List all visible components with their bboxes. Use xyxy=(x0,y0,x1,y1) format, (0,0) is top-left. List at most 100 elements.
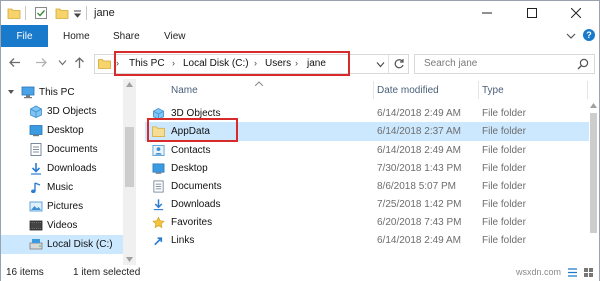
downloads-icon xyxy=(153,199,164,211)
large-icons-view-icon[interactable] xyxy=(583,267,594,278)
file-type: File folder xyxy=(482,108,526,119)
column-header-type[interactable]: Type xyxy=(482,81,504,99)
ribbon-tabs: File Home Share View ? xyxy=(1,25,599,48)
help-icon[interactable]: ? xyxy=(583,29,595,41)
nav-item-pictures[interactable]: Pictures xyxy=(1,197,123,216)
highlight-box xyxy=(114,51,350,76)
folder-icon xyxy=(98,59,111,69)
file-date: 8/6/2018 5:07 PM xyxy=(377,181,456,192)
file-type: File folder xyxy=(482,181,526,192)
navigation-pane: This PC 3D Objects Desktop Documents Dow… xyxy=(1,79,123,265)
desktop-icon xyxy=(152,163,165,174)
file-type: File folder xyxy=(482,235,526,246)
file-list-scrollbar[interactable] xyxy=(589,101,599,263)
refresh-icon[interactable] xyxy=(393,58,405,70)
file-date: 7/25/2018 1:42 PM xyxy=(377,199,462,210)
watermark: wsxdn.com xyxy=(516,267,562,277)
navigation-scrollbar[interactable] xyxy=(123,79,136,265)
file-date: 6/14/2018 2:49 AM xyxy=(377,235,461,246)
nav-item-this-pc[interactable]: This PC xyxy=(1,83,123,102)
forward-arrow-icon[interactable] xyxy=(35,57,48,68)
new-folder-icon[interactable] xyxy=(55,6,69,20)
column-header-name[interactable]: Name xyxy=(171,81,198,99)
expand-ribbon-icon[interactable] xyxy=(566,32,576,40)
links-icon xyxy=(154,237,163,246)
column-divider[interactable] xyxy=(587,81,588,99)
column-header-date[interactable]: Date modified xyxy=(377,81,439,99)
back-arrow-icon[interactable] xyxy=(8,57,21,68)
scrollbar-thumb[interactable] xyxy=(125,127,134,187)
customize-toolbar-icon[interactable] xyxy=(73,6,82,20)
documents-icon xyxy=(153,180,164,193)
tab-view[interactable]: View xyxy=(164,25,186,47)
nav-item-label: Desktop xyxy=(47,125,84,136)
search-placeholder: Search jane xyxy=(424,58,478,69)
up-arrow-icon[interactable] xyxy=(73,56,86,69)
file-type: File folder xyxy=(482,145,526,156)
window-title: jane xyxy=(94,7,115,19)
nav-item-documents[interactable]: Documents xyxy=(1,140,123,159)
title-bar: jane xyxy=(1,1,599,25)
item-count: 16 items xyxy=(6,267,44,278)
videos-icon xyxy=(29,220,43,231)
file-type: File folder xyxy=(482,217,526,228)
file-row[interactable]: Favorites 6/20/2018 7:43 PM File folder xyxy=(145,213,589,232)
title-separator xyxy=(86,6,87,20)
file-date: 6/20/2018 7:43 PM xyxy=(377,217,462,228)
column-divider[interactable] xyxy=(373,81,374,99)
scroll-up-icon[interactable] xyxy=(590,103,597,108)
file-row[interactable]: Contacts 6/14/2018 2:49 AM File folder xyxy=(145,141,589,160)
nav-item-desktop[interactable]: Desktop xyxy=(1,121,123,140)
file-row[interactable]: Downloads 7/25/2018 1:42 PM File folder xyxy=(145,195,589,214)
file-row[interactable]: Desktop 7/30/2018 1:43 PM File folder xyxy=(145,159,589,178)
pc-icon xyxy=(21,86,35,99)
nav-item-downloads[interactable]: Downloads xyxy=(1,159,123,178)
explorer-window: jane File Home Share View ? › This PC › … xyxy=(0,0,600,281)
tab-home[interactable]: Home xyxy=(63,25,90,47)
nav-item-videos[interactable]: Videos xyxy=(1,216,123,235)
nav-item-local-disk[interactable]: Local Disk (C:) xyxy=(1,235,123,254)
tab-share[interactable]: Share xyxy=(113,25,140,47)
desktop-icon xyxy=(29,125,43,137)
nav-item-label: Local Disk (C:) xyxy=(47,239,113,250)
nav-item-label: This PC xyxy=(39,87,75,98)
scrollbar-thumb[interactable] xyxy=(590,113,597,233)
address-divider xyxy=(388,55,389,73)
folder-icon xyxy=(7,8,21,19)
search-icon[interactable] xyxy=(577,58,589,70)
address-dropdown-icon[interactable] xyxy=(376,61,385,68)
navigation-bar: › This PC › Local Disk (C:) › Users › ja… xyxy=(1,47,599,77)
status-bar: 16 items 1 item selected xyxy=(1,265,599,281)
file-date: 6/14/2018 2:49 AM xyxy=(377,108,461,119)
details-view-icon[interactable] xyxy=(567,267,578,278)
file-name: Contacts xyxy=(171,145,211,156)
file-name: Documents xyxy=(171,181,222,192)
file-row[interactable]: Documents 8/6/2018 5:07 PM File folder xyxy=(145,177,589,196)
close-button[interactable] xyxy=(554,1,598,25)
documents-icon xyxy=(30,143,42,156)
pictures-icon xyxy=(29,201,43,212)
properties-icon[interactable] xyxy=(34,6,48,20)
nav-item-label: Music xyxy=(47,182,74,193)
scroll-down-icon[interactable] xyxy=(126,257,133,262)
file-name: Downloads xyxy=(171,199,221,210)
file-type: File folder xyxy=(482,199,526,210)
maximize-button[interactable] xyxy=(510,1,554,25)
file-date: 6/14/2018 2:49 AM xyxy=(377,145,461,156)
nav-item-music[interactable]: Music xyxy=(1,178,123,197)
column-divider[interactable] xyxy=(478,81,479,99)
chevron-down-icon[interactable] xyxy=(8,89,14,96)
highlight-box xyxy=(147,118,238,142)
minimize-button[interactable] xyxy=(465,1,509,25)
search-box[interactable]: Search jane xyxy=(414,54,595,74)
minimize-icon xyxy=(482,12,492,14)
nav-item-label: Pictures xyxy=(47,201,84,212)
recent-locations-icon[interactable] xyxy=(58,59,67,66)
tab-file[interactable]: File xyxy=(1,25,48,47)
nav-item-3d-objects[interactable]: 3D Objects xyxy=(1,102,123,121)
title-separator xyxy=(25,6,26,20)
file-row[interactable]: Links 6/14/2018 2:49 AM File folder xyxy=(145,231,589,250)
3d-objects-icon xyxy=(30,105,42,118)
scroll-up-icon[interactable] xyxy=(126,82,133,87)
nav-item-label: Videos xyxy=(47,220,78,231)
